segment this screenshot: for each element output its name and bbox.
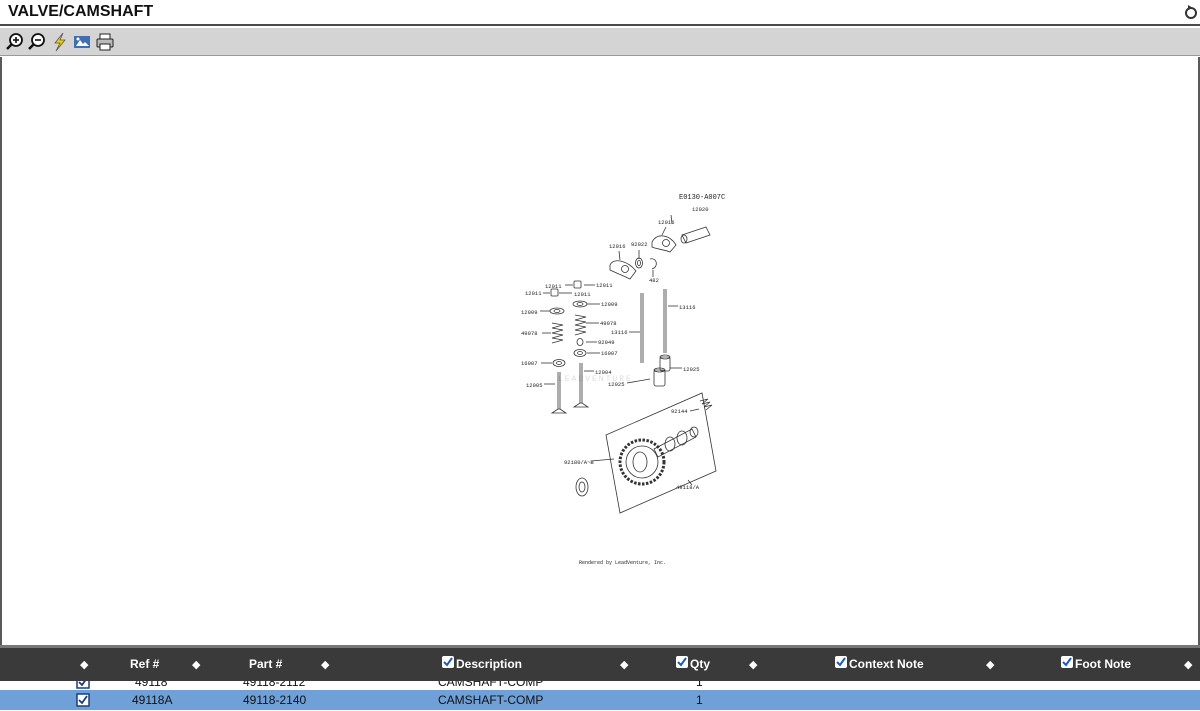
part-drawings (540, 214, 717, 514)
callout-49078: 49078 (600, 320, 617, 327)
callout-92049: 92049 (598, 339, 615, 346)
column-context-note[interactable]: Context Note (849, 657, 924, 671)
callout-16007: 16007 (601, 350, 618, 357)
callout-482: 482 (649, 277, 659, 284)
part-cell: 49118-2112 (243, 681, 306, 689)
toolbar (0, 28, 1200, 56)
description-cell: CAMSHAFT-COMP (438, 681, 544, 689)
zoom-out-icon[interactable] (27, 32, 47, 52)
ref-cell: 49118 (135, 681, 168, 689)
description-column-checkbox[interactable] (442, 656, 454, 668)
title-bar: VALVE/CAMSHAFT (0, 0, 1200, 26)
column-description[interactable]: Description (456, 657, 522, 671)
callout-49118: 49118/A (676, 484, 700, 491)
sort-icon[interactable]: ◆ (749, 658, 757, 671)
qty-cell: 1 (696, 681, 703, 689)
callout-12016: 12016 (609, 243, 626, 250)
callout-12009: 12009 (521, 309, 538, 316)
ref-cell: 49118A (132, 693, 173, 707)
lightning-icon[interactable] (50, 32, 70, 52)
column-qty[interactable]: Qty (690, 657, 710, 671)
callout-12005: 12005 (526, 382, 543, 389)
sort-icon[interactable]: ◆ (321, 658, 329, 671)
column-foot-note[interactable]: Foot Note (1075, 657, 1131, 671)
callout-92022: 92022 (631, 241, 648, 248)
column-part[interactable]: Part # (249, 657, 282, 671)
sort-icon[interactable]: ◆ (620, 658, 628, 671)
diagram-viewer[interactable]: E0130-A007C 12020 12016 92022 12016 482 … (0, 57, 1200, 645)
sort-icon[interactable]: ◆ (1184, 658, 1192, 671)
callout-13116: 13116 (679, 304, 696, 311)
sort-icon[interactable]: ◆ (80, 658, 88, 671)
callout-12011: 12011 (574, 291, 591, 298)
sort-icon[interactable]: ◆ (192, 658, 200, 671)
credit-text: Rendered by LeadVenture, Inc. (579, 560, 666, 566)
qty-column-checkbox[interactable] (676, 656, 688, 668)
callout-16007: 16007 (521, 360, 538, 367)
diagram-code: E0130-A007C (679, 194, 725, 202)
exploded-parts-diagram[interactable]: E0130-A007C 12020 12016 92022 12016 482 … (2, 57, 1198, 645)
callout-12011: 12011 (596, 282, 613, 289)
callout-12025: 12025 (683, 366, 700, 373)
callout-92180: 92180/A~B (564, 459, 594, 466)
table-row[interactable]: 49118 49118-2112 CAMSHAFT-COMP 1 (0, 681, 1200, 690)
hotspot-icon[interactable] (72, 32, 92, 52)
callout-92144: 92144 (671, 408, 688, 415)
print-icon[interactable] (95, 32, 115, 52)
part-cell: 49118-2140 (243, 693, 307, 707)
foot-note-column-checkbox[interactable] (1061, 656, 1073, 668)
callout-12011: 12011 (525, 290, 542, 297)
table-row-selected[interactable]: 49118A 49118-2140 CAMSHAFT-COMP 1 (0, 690, 1200, 710)
context-note-column-checkbox[interactable] (835, 656, 847, 668)
page-title: VALVE/CAMSHAFT (8, 3, 154, 20)
callout-12009: 12009 (601, 301, 618, 308)
zoom-in-icon[interactable] (5, 32, 25, 52)
refresh-icon[interactable] (1184, 3, 1198, 21)
add-to-cart-icon[interactable] (76, 693, 90, 707)
parts-grid-header: ◆ Ref # ◆ Part # ◆ Description ◆ Qty ◆ C… (0, 645, 1200, 681)
add-to-cart-icon[interactable] (76, 681, 90, 689)
qty-cell: 1 (696, 693, 703, 707)
column-ref[interactable]: Ref # (130, 657, 159, 671)
description-cell: CAMSHAFT-COMP (438, 693, 544, 707)
watermark: LEADVENTURE (558, 375, 633, 384)
callout-12020: 12020 (692, 206, 709, 213)
callout-13116: 13116 (611, 329, 628, 336)
callout-49078: 49078 (521, 330, 538, 337)
sort-icon[interactable]: ◆ (986, 658, 994, 671)
